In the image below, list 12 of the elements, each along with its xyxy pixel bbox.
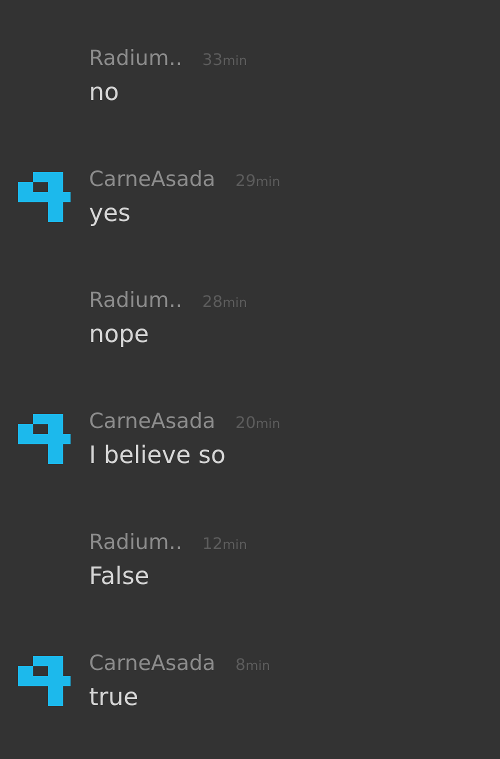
message-text: yes <box>89 199 132 227</box>
author-name: Radium.. <box>89 46 182 70</box>
author-name: CarneAsada <box>89 651 216 675</box>
message-text: False <box>89 562 150 590</box>
author-name: CarneAsada <box>89 409 216 433</box>
message-text: no <box>89 78 120 106</box>
author-name: CarneAsada <box>89 167 216 191</box>
message-text: true <box>89 683 140 711</box>
author-name: Radium.. <box>89 530 182 554</box>
message-text: nope <box>89 320 150 348</box>
author-name: Radium.. <box>89 288 182 312</box>
message-text: I believe so <box>89 441 227 469</box>
